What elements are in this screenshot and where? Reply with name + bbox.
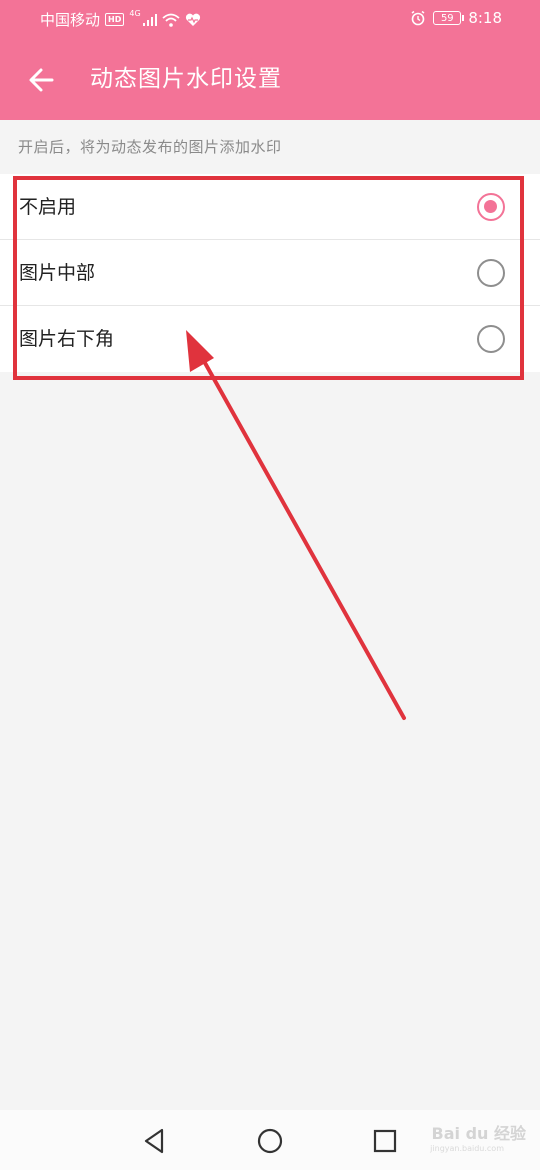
signal-icon: [142, 13, 157, 26]
watermark-option-list: 不启用 图片中部 图片右下角: [0, 174, 540, 372]
system-nav-bar: Bai du 经验 jingyan.baidu.com: [0, 1110, 540, 1170]
status-left: 中国移动 HD 4G: [40, 9, 201, 30]
nav-home-icon[interactable]: [255, 1126, 285, 1156]
option-label: 图片右下角: [19, 328, 115, 350]
network-type-label: 4G: [129, 9, 141, 18]
watermark-text: Bai du 经验: [431, 1124, 526, 1143]
option-image-bottom-right[interactable]: 图片右下角: [0, 306, 540, 372]
radio-button-checked[interactable]: [477, 193, 505, 221]
radio-button[interactable]: [477, 259, 505, 287]
battery-indicator: 59: [433, 11, 465, 25]
option-disabled[interactable]: 不启用: [0, 174, 540, 240]
app-bar: 动态图片水印设置: [0, 38, 540, 120]
option-image-center[interactable]: 图片中部: [0, 240, 540, 306]
alarm-icon: [411, 10, 425, 26]
back-arrow-icon: [29, 68, 54, 92]
option-label: 图片中部: [19, 262, 96, 284]
hd-badge: HD: [105, 13, 125, 26]
back-button[interactable]: [24, 62, 60, 98]
radio-button[interactable]: [477, 325, 505, 353]
clock: 8:18: [468, 9, 502, 27]
status-right: 59 8:18: [410, 9, 502, 27]
page-title: 动态图片水印设置: [90, 66, 282, 92]
section-hint: 开启后，将为动态发布的图片添加水印: [18, 138, 282, 156]
watermark-url: jingyan.baidu.com: [430, 1144, 504, 1153]
status-bar: 中国移动 HD 4G 59 8:18: [0, 0, 540, 38]
nav-back-icon[interactable]: [140, 1126, 170, 1156]
option-label: 不启用: [19, 196, 77, 218]
health-heart-icon: [185, 13, 200, 26]
carrier-label: 中国移动: [40, 11, 101, 29]
wifi-icon: [162, 13, 180, 27]
nav-recents-icon[interactable]: [370, 1126, 400, 1156]
